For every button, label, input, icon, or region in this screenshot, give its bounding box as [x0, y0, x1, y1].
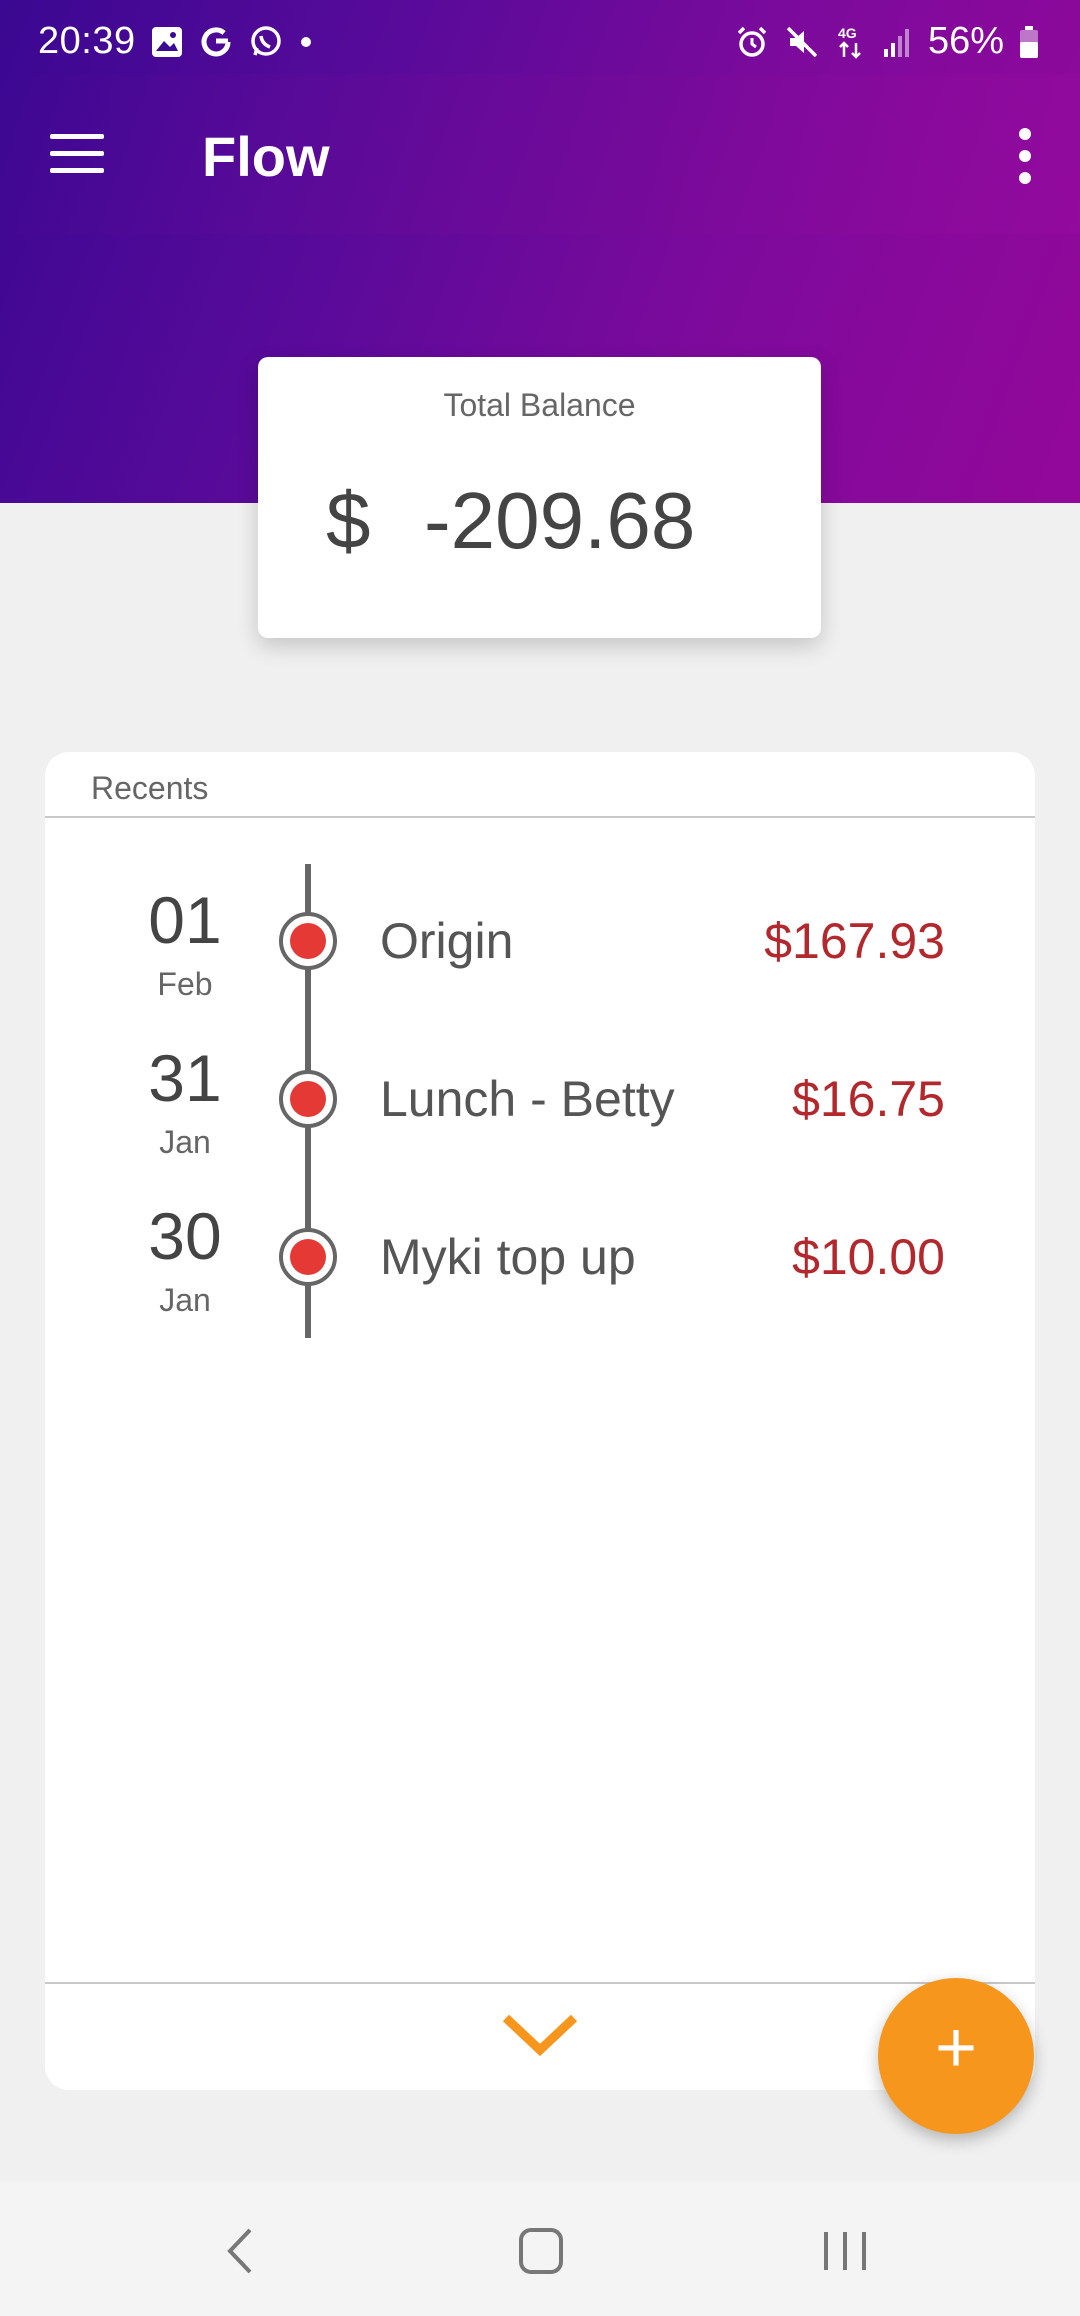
status-right: 4G 56%	[734, 20, 1040, 63]
hamburger-menu-icon[interactable]	[50, 134, 106, 174]
balance-value: -209.68	[424, 476, 696, 565]
back-icon[interactable]	[222, 2226, 258, 2276]
balance-label: Total Balance	[443, 387, 636, 423]
recent-apps-icon[interactable]	[820, 2226, 870, 2276]
more-vert-icon[interactable]	[1012, 126, 1040, 186]
transaction-row[interactable]: 01 Feb Origin $167.93	[45, 882, 1035, 1040]
total-balance-card: Total Balance $ -209.68	[258, 357, 821, 638]
transaction-day: 31	[148, 1041, 222, 1115]
transaction-day: 30	[148, 1199, 222, 1273]
recents-title: Recents	[91, 770, 209, 806]
signal-icon	[883, 28, 909, 57]
dot-icon	[301, 37, 311, 47]
transaction-month: Jan	[159, 1124, 211, 1160]
recents-header: Recents	[45, 752, 1035, 818]
transaction-day: 01	[148, 883, 222, 957]
whatsapp-icon	[251, 26, 281, 56]
status-time: 20:39	[38, 20, 136, 62]
timeline-dot-icon	[279, 1070, 337, 1128]
transaction-amount: $16.75	[792, 1071, 945, 1127]
mute-icon	[786, 26, 818, 57]
transaction-name: Origin	[380, 913, 514, 969]
alarm-icon	[737, 26, 767, 57]
plus-icon: +	[934, 2008, 978, 2088]
system-nav-bar	[0, 2182, 1080, 2316]
transaction-month: Jan	[159, 1282, 211, 1318]
transaction-row[interactable]: 31 Jan Lunch - Betty $16.75	[45, 1040, 1035, 1198]
battery-percent: 56%	[927, 20, 1004, 62]
status-bar: 20:39 4G 56%	[0, 0, 1080, 74]
app-bar: Flow	[0, 74, 1080, 234]
gallery-icon	[152, 27, 182, 57]
google-icon	[201, 27, 231, 57]
chevron-down-icon[interactable]	[500, 2008, 580, 2064]
transaction-name: Lunch - Betty	[380, 1071, 675, 1127]
transaction-row[interactable]: 30 Jan Myki top up $10.00	[45, 1198, 1035, 1356]
balance-currency: $	[326, 476, 371, 565]
transaction-amount: $10.00	[792, 1229, 945, 1285]
timeline-dot-icon	[279, 1228, 337, 1286]
add-transaction-button[interactable]: +	[878, 1978, 1034, 2134]
recents-card: Recents 01 Feb Origin $167.93 31 Jan Lun…	[45, 752, 1035, 2090]
network-4g-icon: 4G	[838, 25, 861, 59]
battery-icon	[1020, 25, 1038, 58]
transaction-amount: $167.93	[764, 913, 945, 969]
app-title: Flow	[202, 125, 330, 188]
home-icon[interactable]	[518, 2226, 564, 2276]
transaction-name: Myki top up	[380, 1229, 636, 1285]
notification-icons	[150, 24, 314, 60]
transaction-month: Feb	[157, 966, 213, 1002]
timeline-dot-icon	[279, 912, 337, 970]
svg-text:4G: 4G	[838, 25, 857, 41]
